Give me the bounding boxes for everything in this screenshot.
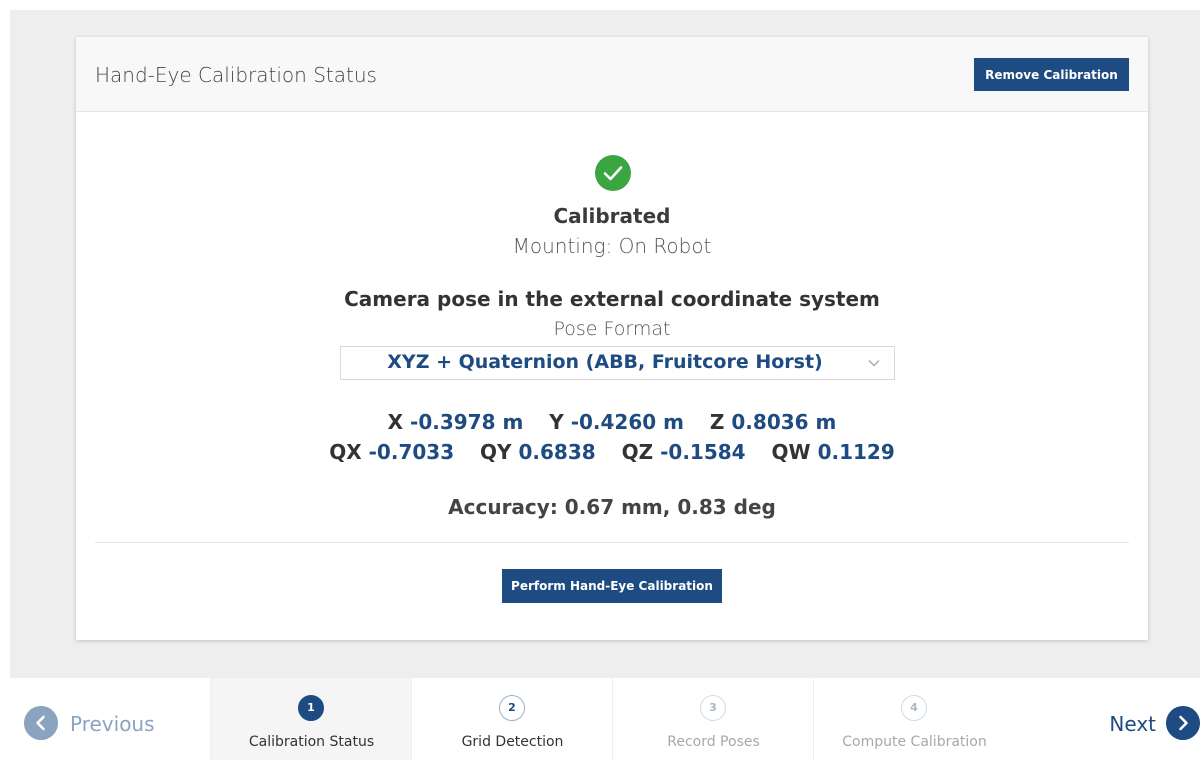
step-label: Grid Detection	[461, 734, 564, 750]
calibration-status-label: Calibrated	[553, 204, 671, 228]
pose-qw-label: QW	[771, 440, 811, 464]
chevron-left-icon	[24, 706, 58, 740]
calibration-status-card: Hand-Eye Calibration Status Remove Calib…	[76, 37, 1148, 640]
pose-qz-value: -0.1584	[660, 440, 746, 464]
quaternion-values: QX -0.7033 QY 0.6838 QZ -0.1584 QW 0.112…	[76, 440, 1148, 464]
pose-z-value: 0.8036 m	[731, 410, 837, 434]
pose-y-value: -0.4260 m	[570, 410, 684, 434]
pose-qx-value: -0.7033	[368, 440, 455, 464]
accuracy-label: Accuracy: 0.67 mm, 0.83 deg	[448, 495, 776, 519]
card-body: Calibrated Mounting: On Robot Camera pos…	[76, 112, 1148, 640]
remove-calibration-button[interactable]: Remove Calibration	[974, 58, 1129, 91]
step-calibration-status[interactable]: 1 Calibration Status	[210, 678, 411, 760]
pose-z-label: Z	[709, 410, 725, 434]
pose-format-select[interactable]: XYZ + Quaternion (ABB, Fruitcore Horst)	[340, 346, 895, 380]
pose-y-label: Y	[549, 410, 564, 434]
chevron-right-icon	[1166, 706, 1200, 740]
step-compute-calibration[interactable]: 4 Compute Calibration	[813, 678, 1014, 760]
previous-button[interactable]: Previous	[0, 678, 210, 760]
perform-calibration-button[interactable]: Perform Hand-Eye Calibration	[502, 569, 722, 603]
card-title: Hand-Eye Calibration Status	[95, 63, 377, 87]
pose-qz-label: QZ	[621, 440, 654, 464]
next-label: Next	[1109, 712, 1156, 736]
pose-qy-value: 0.6838	[518, 440, 596, 464]
step-record-poses[interactable]: 3 Record Poses	[612, 678, 813, 760]
step-label: Compute Calibration	[842, 734, 987, 750]
card-header: Hand-Eye Calibration Status Remove Calib…	[76, 37, 1148, 112]
pose-qy-label: QY	[480, 440, 512, 464]
pose-format-label: Pose Format	[553, 318, 671, 340]
chevron-down-icon	[868, 360, 880, 367]
pose-qx-label: QX	[329, 440, 362, 464]
mounting-label: Mounting: On Robot	[512, 234, 712, 258]
step-label: Calibration Status	[248, 734, 375, 750]
pose-qw-value: 0.1129	[817, 440, 895, 464]
pose-format-value: XYZ + Quaternion (ABB, Fruitcore Horst)	[387, 351, 823, 373]
step-label: Record Poses	[667, 734, 760, 750]
step-number: 4	[901, 695, 927, 721]
step-number: 3	[700, 695, 726, 721]
check-circle-icon	[595, 155, 631, 191]
next-button[interactable]: Next	[1014, 678, 1200, 760]
wizard-footer: Previous 1 Calibration Status 2 Grid Det…	[0, 678, 1200, 760]
pose-x-value: -0.3978 m	[410, 410, 524, 434]
previous-label: Previous	[70, 712, 155, 736]
position-values: X -0.3978 m Y -0.4260 m Z 0.8036 m	[76, 410, 1148, 434]
step-grid-detection[interactable]: 2 Grid Detection	[411, 678, 612, 760]
step-number: 2	[499, 695, 525, 721]
pose-title: Camera pose in the external coordinate s…	[344, 287, 880, 311]
step-number: 1	[298, 695, 324, 721]
pose-x-label: X	[387, 410, 404, 434]
divider	[95, 542, 1129, 543]
